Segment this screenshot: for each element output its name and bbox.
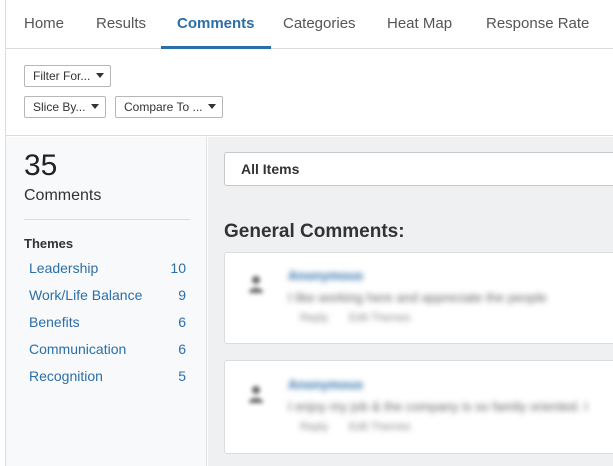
theme-label: Communication — [29, 341, 127, 357]
filter-for-label: Filter For... — [33, 69, 91, 83]
compare-to-label: Compare To ... — [124, 100, 203, 114]
slice-by-label: Slice By... — [33, 100, 86, 114]
theme-item-work-life-balance[interactable]: Work/Life Balance 9 — [6, 287, 207, 309]
slice-by-dropdown[interactable]: Slice By... — [24, 96, 106, 118]
theme-count: 5 — [178, 368, 186, 384]
comment-text: I enjoy my job & the company is so famil… — [288, 399, 588, 414]
edit-themes-link[interactable]: Edit Themes — [349, 421, 411, 433]
comments-panel: All Items General Comments: Anonymous I … — [208, 137, 613, 466]
reply-link[interactable]: Reply — [300, 312, 328, 324]
theme-label: Work/Life Balance — [29, 287, 143, 303]
compare-to-dropdown[interactable]: Compare To ... — [115, 96, 223, 118]
comment-author[interactable]: Anonymous — [288, 268, 363, 283]
comment-card: Anonymous I enjoy my job & the company i… — [224, 360, 613, 454]
theme-item-leadership[interactable]: Leadership 10 — [6, 260, 207, 282]
tab-heat-map[interactable]: Heat Map — [387, 0, 452, 49]
themes-heading: Themes — [24, 236, 74, 251]
filter-for-dropdown[interactable]: Filter For... — [24, 65, 111, 87]
edit-themes-link[interactable]: Edit Themes — [349, 312, 411, 324]
theme-item-recognition[interactable]: Recognition 5 — [6, 368, 207, 390]
caret-down-icon — [96, 73, 105, 79]
comment-text: I like working here and appreciate the p… — [288, 290, 547, 305]
theme-item-benefits[interactable]: Benefits 6 — [6, 314, 207, 336]
section-title: General Comments: — [224, 221, 405, 242]
tab-categories[interactable]: Categories — [283, 0, 356, 49]
theme-label: Recognition — [29, 368, 103, 384]
comment-author[interactable]: Anonymous — [288, 377, 363, 392]
app-frame: Home Results Comments Categories Heat Ma… — [5, 0, 613, 466]
comment-count-label: Comments — [24, 187, 102, 204]
themes-sidebar: 35 Comments Themes Leadership 10 Work/Li… — [6, 137, 207, 466]
divider — [24, 219, 190, 220]
caret-down-icon — [208, 104, 217, 110]
tab-home[interactable]: Home — [24, 0, 64, 49]
comment-count: 35 — [24, 149, 58, 182]
item-filter-select[interactable]: All Items — [224, 152, 613, 186]
filter-bar: Filter For... Slice By... Compare To ... — [6, 49, 613, 136]
theme-item-communication[interactable]: Communication 6 — [6, 341, 207, 363]
theme-count: 9 — [178, 287, 186, 303]
reply-link[interactable]: Reply — [300, 421, 328, 433]
tab-response-rate[interactable]: Response Rate — [486, 0, 589, 49]
user-avatar-icon — [249, 276, 263, 293]
theme-label: Leadership — [29, 260, 99, 276]
caret-down-icon — [91, 104, 100, 110]
tab-comments[interactable]: Comments — [161, 0, 271, 49]
theme-label: Benefits — [29, 314, 80, 330]
comment-card: Anonymous I like working here and apprec… — [224, 252, 613, 344]
user-avatar-icon — [249, 386, 263, 403]
theme-count: 10 — [170, 260, 186, 276]
theme-count: 6 — [178, 314, 186, 330]
tab-results[interactable]: Results — [96, 0, 146, 49]
tab-bar: Home Results Comments Categories Heat Ma… — [6, 0, 613, 49]
theme-count: 6 — [178, 341, 186, 357]
